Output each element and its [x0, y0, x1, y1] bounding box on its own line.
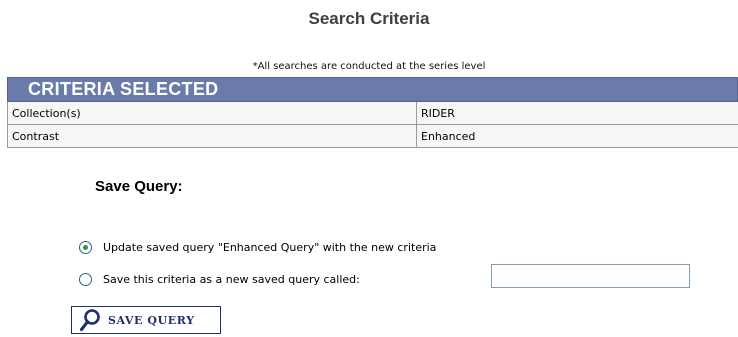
criteria-row-contrast: Contrast Enhanced: [8, 125, 738, 148]
save-query-title: Save Query:: [95, 178, 183, 195]
criteria-name: Collection(s): [8, 102, 417, 125]
search-level-note: *All searches are conducted at the serie…: [0, 61, 738, 72]
criteria-value: Enhanced: [417, 125, 738, 148]
update-query-label: Update saved query "Enhanced Query" with…: [103, 241, 436, 254]
magnifier-icon: [79, 308, 101, 332]
criteria-table: Collection(s) RIDER Contrast Enhanced: [7, 102, 738, 148]
criteria-header-label: CRITERIA SELECTED: [28, 79, 218, 100]
new-query-name-input[interactable]: [491, 264, 690, 288]
criteria-header: CRITERIA SELECTED: [7, 77, 738, 102]
criteria-value: RIDER: [417, 102, 738, 125]
save-query-button[interactable]: SAVE QUERY: [71, 306, 221, 334]
new-query-radio[interactable]: [79, 273, 92, 286]
update-query-radio[interactable]: [79, 241, 92, 254]
save-query-button-label: SAVE QUERY: [108, 314, 195, 327]
criteria-name: Contrast: [8, 125, 417, 148]
new-query-label: Save this criteria as a new saved query …: [103, 273, 360, 286]
criteria-row-collections: Collection(s) RIDER: [8, 102, 738, 125]
page-title: Search Criteria: [0, 9, 738, 29]
radio-selected-dot: [83, 245, 88, 250]
